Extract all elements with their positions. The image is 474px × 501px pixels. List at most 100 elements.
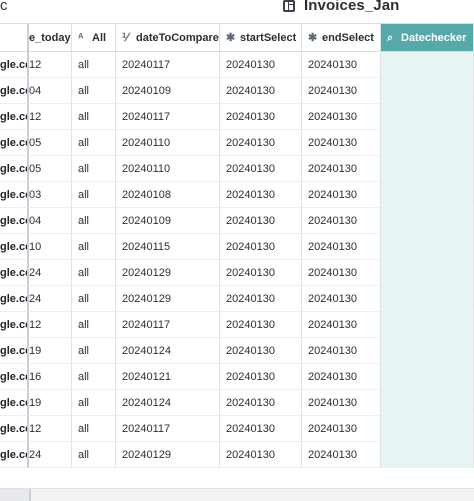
header-cell-col-1[interactable]: e_today xyxy=(29,24,72,52)
datechecker-cell[interactable] xyxy=(381,104,474,130)
table-cell[interactable]: 20240130 xyxy=(302,338,381,364)
table-cell[interactable]: 20240130 xyxy=(302,156,381,182)
table-cell[interactable]: 20240108 xyxy=(116,182,220,208)
table-row[interactable]: gle.cc 12 all 20240117 20240130 20240130 xyxy=(0,416,474,442)
table-cell[interactable]: 20240130 xyxy=(220,390,302,416)
table-row[interactable]: gle.cc 03 all 20240108 20240130 20240130 xyxy=(0,182,474,208)
datechecker-cell[interactable] xyxy=(381,260,474,286)
table-cell[interactable]: 20240130 xyxy=(302,442,381,468)
table-cell[interactable]: 20240130 xyxy=(302,364,381,390)
table-cell[interactable]: 05 xyxy=(29,156,72,182)
table-cell[interactable]: 24 xyxy=(29,442,72,468)
table-row[interactable]: gle.cc 12 all 20240117 20240130 20240130 xyxy=(0,52,474,78)
table-cell[interactable]: 20240130 xyxy=(302,260,381,286)
table-cell[interactable]: all xyxy=(72,208,116,234)
table-cell[interactable]: 19 xyxy=(29,390,72,416)
table-row[interactable]: gle.cc 10 all 20240115 20240130 20240130 xyxy=(0,234,474,260)
table-cell[interactable]: gle.cc xyxy=(0,156,29,182)
datechecker-cell[interactable] xyxy=(381,442,474,468)
table-cell[interactable]: 20240130 xyxy=(220,130,302,156)
table-cell[interactable]: 20240129 xyxy=(116,442,220,468)
datechecker-cell[interactable] xyxy=(381,130,474,156)
table-cell[interactable]: 19 xyxy=(29,338,72,364)
table-cell[interactable]: 20240117 xyxy=(116,52,220,78)
table-cell[interactable]: gle.cc xyxy=(0,442,29,468)
datechecker-cell[interactable] xyxy=(381,364,474,390)
table-row[interactable]: gle.cc 19 all 20240124 20240130 20240130 xyxy=(0,390,474,416)
datechecker-cell[interactable] xyxy=(381,182,474,208)
table-row[interactable]: gle.cc 19 all 20240124 20240130 20240130 xyxy=(0,338,474,364)
table-cell[interactable]: 20240130 xyxy=(302,286,381,312)
datechecker-cell[interactable] xyxy=(381,390,474,416)
table-cell[interactable]: 20240109 xyxy=(116,78,220,104)
table-cell[interactable]: gle.cc xyxy=(0,130,29,156)
table-cell[interactable]: 20240124 xyxy=(116,390,220,416)
table-cell[interactable]: gle.cc xyxy=(0,234,29,260)
table-cell[interactable]: 04 xyxy=(29,78,72,104)
table-cell[interactable]: all xyxy=(72,416,116,442)
table-cell[interactable]: all xyxy=(72,390,116,416)
table-cell[interactable]: 03 xyxy=(29,182,72,208)
table-cell[interactable]: all xyxy=(72,234,116,260)
table-cell[interactable]: 20240130 xyxy=(302,234,381,260)
table-cell[interactable]: 20240130 xyxy=(220,156,302,182)
table-cell[interactable]: 20240130 xyxy=(220,364,302,390)
table-cell[interactable]: 20240130 xyxy=(302,182,381,208)
document-title[interactable]: Invoices_Jan xyxy=(304,0,399,14)
header-cell-datechecker[interactable]: ⌕ Datechecker xyxy=(381,24,474,52)
table-cell[interactable]: gle.cc xyxy=(0,338,29,364)
table-cell[interactable]: 12 xyxy=(29,312,72,338)
table-cell[interactable]: 24 xyxy=(29,260,72,286)
table-cell[interactable]: all xyxy=(72,130,116,156)
table-cell[interactable]: 20240130 xyxy=(220,312,302,338)
table-cell[interactable]: 20240130 xyxy=(220,78,302,104)
table-row[interactable]: gle.cc 24 all 20240129 20240130 20240130 xyxy=(0,260,474,286)
table-cell[interactable]: all xyxy=(72,104,116,130)
table-row[interactable]: gle.cc 04 all 20240109 20240130 20240130 xyxy=(0,78,474,104)
table-cell[interactable]: 20240130 xyxy=(302,312,381,338)
table-cell[interactable]: all xyxy=(72,52,116,78)
table-cell[interactable]: gle.cc xyxy=(0,182,29,208)
table-cell[interactable]: all xyxy=(72,338,116,364)
table-cell[interactable]: gle.cc xyxy=(0,260,29,286)
table-cell[interactable]: 20240130 xyxy=(220,182,302,208)
table-cell[interactable]: 12 xyxy=(29,104,72,130)
table-cell[interactable]: 20240110 xyxy=(116,156,220,182)
datechecker-cell[interactable] xyxy=(381,416,474,442)
table-cell[interactable]: 20240124 xyxy=(116,338,220,364)
table-row[interactable]: gle.cc 05 all 20240110 20240130 20240130 xyxy=(0,156,474,182)
header-cell-col-0[interactable] xyxy=(0,24,29,52)
table-cell[interactable]: 20240130 xyxy=(220,208,302,234)
table-cell[interactable]: 20240130 xyxy=(302,416,381,442)
table-cell[interactable]: all xyxy=(72,156,116,182)
table-cell[interactable]: gle.cc xyxy=(0,78,29,104)
table-cell[interactable]: gle.cc xyxy=(0,52,29,78)
table-cell[interactable]: 20240130 xyxy=(220,260,302,286)
datechecker-cell[interactable] xyxy=(381,156,474,182)
table-cell[interactable]: 10 xyxy=(29,234,72,260)
table-row[interactable]: gle.cc 05 all 20240110 20240130 20240130 xyxy=(0,130,474,156)
table-cell[interactable]: 12 xyxy=(29,416,72,442)
header-cell-datetocompare[interactable]: ⅟ dateToCompare xyxy=(116,24,220,52)
table-cell[interactable]: all xyxy=(72,78,116,104)
table-cell[interactable]: 05 xyxy=(29,130,72,156)
table-cell[interactable]: 20240115 xyxy=(116,234,220,260)
table-cell[interactable]: 20240130 xyxy=(302,52,381,78)
table-cell[interactable]: 16 xyxy=(29,364,72,390)
header-cell-endselect[interactable]: ✱ endSelect xyxy=(302,24,381,52)
table-cell[interactable]: 04 xyxy=(29,208,72,234)
table-cell[interactable]: 20240130 xyxy=(220,286,302,312)
table-cell[interactable]: 20240130 xyxy=(220,52,302,78)
table-cell[interactable]: all xyxy=(72,286,116,312)
table-cell[interactable]: 20240117 xyxy=(116,416,220,442)
table-cell[interactable]: 20240130 xyxy=(302,78,381,104)
table-cell[interactable]: 20240130 xyxy=(220,234,302,260)
table-cell[interactable]: 20240121 xyxy=(116,364,220,390)
table-cell[interactable]: 20240130 xyxy=(302,208,381,234)
table-cell[interactable]: 20240117 xyxy=(116,312,220,338)
datechecker-cell[interactable] xyxy=(381,338,474,364)
table-cell[interactable]: 24 xyxy=(29,286,72,312)
table-cell[interactable]: gle.cc xyxy=(0,104,29,130)
table-cell[interactable]: gle.cc xyxy=(0,416,29,442)
table-cell[interactable]: 20240130 xyxy=(220,104,302,130)
